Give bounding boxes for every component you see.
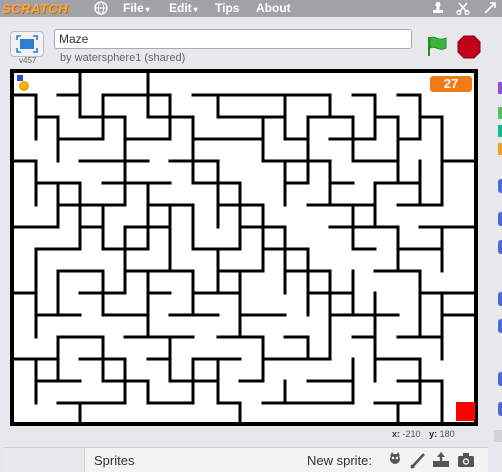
paint-brush-icon[interactable]	[409, 451, 427, 469]
maze-walls	[12, 71, 476, 424]
file-menu[interactable]: File ▾	[123, 0, 150, 17]
mouse-coordinates: x: -210 y: 180	[392, 429, 455, 439]
goal-square	[456, 402, 475, 421]
scrollbar-handle[interactable]	[494, 430, 502, 442]
timer-variable-display: 27	[430, 76, 472, 92]
stage-canvas[interactable]: 27	[10, 69, 478, 426]
about-menu[interactable]: About	[256, 0, 291, 17]
menu-bar: SCRATCH File ▾ Edit ▾ Tips About	[0, 0, 502, 17]
stage-thumbnail-cell[interactable]	[4, 448, 85, 472]
grow-sprite-icon[interactable]	[483, 1, 497, 15]
new-sprite-label: New sprite:	[307, 453, 373, 468]
project-title-input[interactable]	[54, 29, 412, 49]
mouse-y-value: 180	[439, 429, 455, 439]
green-flag-icon[interactable]	[426, 36, 450, 56]
stop-sign-icon[interactable]	[457, 35, 481, 59]
version-label: v457	[19, 56, 37, 65]
block-palette-edge	[492, 17, 502, 471]
edit-menu[interactable]: Edit ▾	[169, 0, 198, 17]
duplicate-stamp-icon[interactable]	[431, 1, 445, 15]
player-ball-sprite[interactable]	[17, 75, 30, 91]
cut-scissors-icon[interactable]	[456, 1, 470, 15]
sprites-bar: Sprites New sprite:	[4, 447, 488, 472]
language-globe-icon[interactable]	[94, 1, 108, 15]
presentation-mode-button[interactable]	[10, 31, 44, 57]
fullscreen-icon	[16, 35, 38, 53]
camera-icon[interactable]	[457, 451, 475, 469]
stage-header: v457 by watersphere1 (shared)	[0, 17, 502, 69]
sprites-label: Sprites	[94, 453, 135, 468]
sprite-library-icon[interactable]	[386, 451, 404, 469]
upload-sprite-icon[interactable]	[432, 451, 450, 469]
tips-menu[interactable]: Tips	[215, 0, 239, 17]
mouse-x-value: -210	[402, 429, 421, 439]
project-byline: by watersphere1 (shared)	[60, 52, 186, 64]
scratch-logo[interactable]: SCRATCH	[2, 0, 68, 17]
